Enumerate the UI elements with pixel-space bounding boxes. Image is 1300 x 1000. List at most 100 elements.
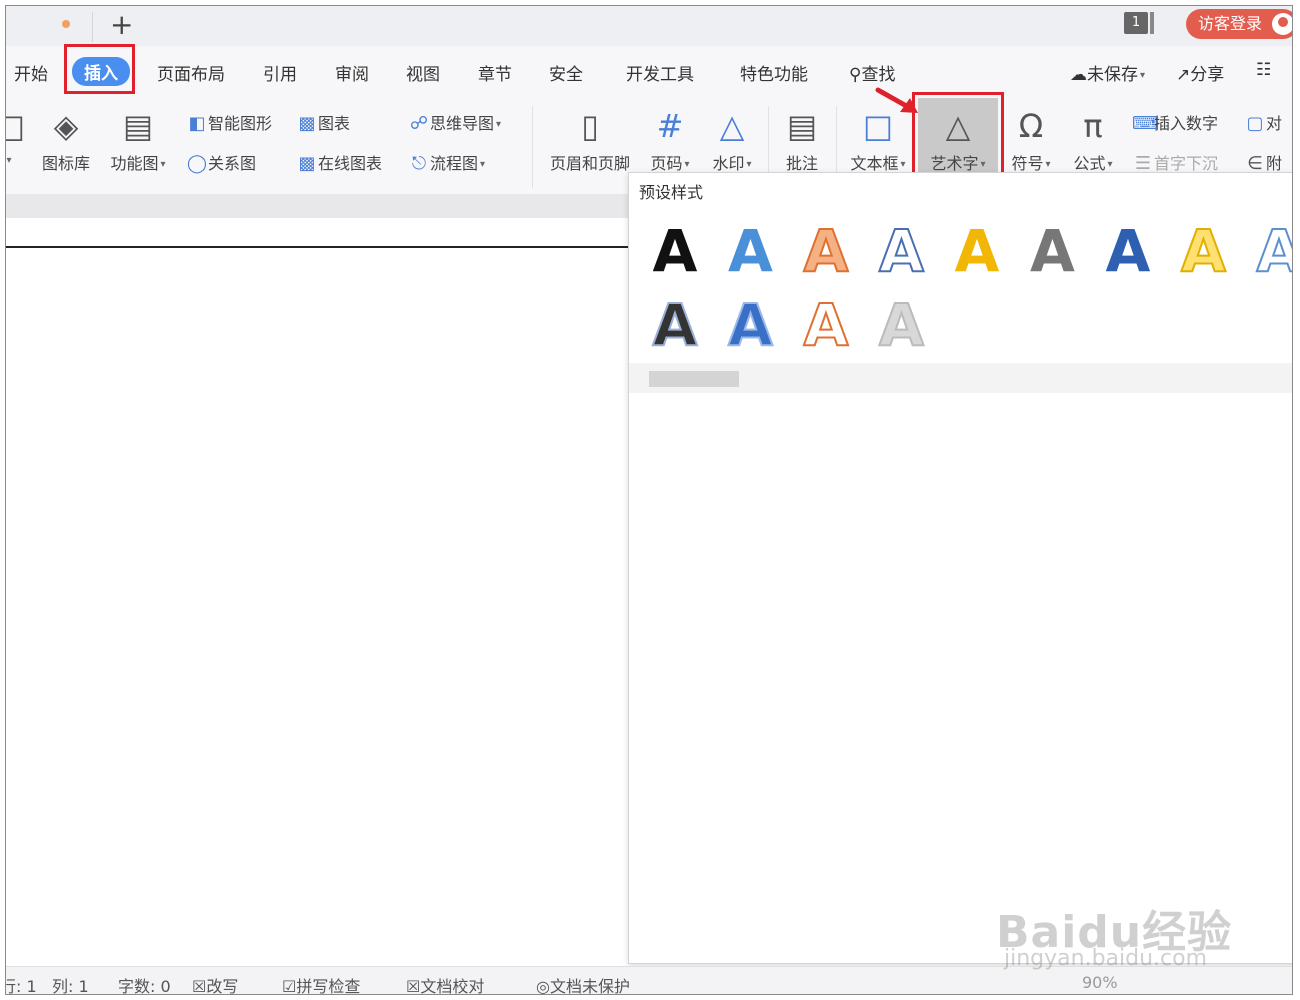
guest-login-button[interactable]: 访客登录 [1186,9,1292,39]
header-footer-icon: ▯ [581,107,599,145]
document-top-line [6,246,636,248]
status-col: 列: 1 [52,977,89,995]
baidu-watermark: Baidu经验 jingyan.baidu.com [996,866,1236,976]
menu-home[interactable]: 开始 [14,60,48,85]
drop-cap-button[interactable]: ☰ 首字下沉 [1132,150,1218,174]
icon-library-label: 图标库 [41,154,90,173]
menu-chapter[interactable]: 章节 [478,60,512,85]
comment-label: 批注 [785,154,818,173]
more-icon[interactable]: ☷ [1256,60,1271,80]
word-art-style-13[interactable]: A [878,290,925,360]
comment-button[interactable]: ▤ 批注 [776,98,828,174]
flow-chart-icon: ⎋ [411,153,427,174]
menu-special[interactable]: 特色功能 [740,60,808,85]
formula-label: 公式 ▾ [1073,154,1113,173]
formula-button[interactable]: π 公式 ▾ [1066,98,1120,174]
status-row: 行: 1 [6,977,37,995]
paperclip-icon: ∈ [1247,153,1263,174]
online-chart-button[interactable]: ▩ 在线图表 [296,150,382,174]
bar-chart-icon: ▩ [298,113,316,134]
word-art-style-12[interactable]: A [803,290,850,360]
word-art-style-4[interactable]: A [878,216,925,286]
word-art-style-5[interactable]: A [955,217,1000,285]
status-char-count[interactable]: 字数: 0 [118,973,171,994]
overwrite-toggle[interactable]: ☒改写 [192,973,238,995]
unsaved-dot-icon [62,20,70,28]
menu-page-layout[interactable]: 页面布局 [157,60,225,85]
word-art-style-11[interactable]: A [727,290,774,360]
partial-left-label: ▾ [6,155,12,166]
protection-status[interactable]: ◎文档未保护 [536,973,630,995]
symbol-button[interactable]: Ω 符号 ▾ [1004,98,1058,174]
icon-library-icon: ◈ [53,107,79,145]
preset-styles-header: 预设样式 [639,183,704,202]
more-styles-placeholder[interactable] [649,371,739,387]
watermark-label: 水印 ▾ [712,154,752,173]
relation-chart-button[interactable]: ◯关系图 [186,150,256,174]
word-art-style-9[interactable]: A [1256,216,1293,286]
drop-cap-icon: ☰ [1134,153,1152,174]
watermark-button[interactable]: △ 水印 ▾ [706,98,758,174]
chart-button[interactable]: ▩ 图表 [296,110,350,134]
word-art-style-8[interactable]: A [1180,216,1227,286]
smart-art-button[interactable]: ◧ 智能图形 [186,110,272,134]
ribbon-separator [532,106,533,188]
word-art-style-6[interactable]: A [1030,217,1075,285]
spell-check-button[interactable]: ☑拼写检查 [282,973,360,995]
word-art-style-3[interactable]: A [803,216,850,286]
app-window: + 1 访客登录 开始 插入 页面布局 引用 审阅 视图 章节 安全 开发工具 … [5,5,1293,995]
partial-left-button[interactable]: □ ▾ [6,98,26,169]
tab-separator [92,12,93,42]
flow-chart-button[interactable]: ⎋ 流程图 ▾ [408,150,485,174]
relation-icon: ◯ [186,153,208,174]
overwrite-icon: ☒ [192,977,207,995]
symbol-label: 符号 ▾ [1011,154,1051,173]
number-icon: ⌨ [1132,113,1158,134]
word-art-style-10[interactable]: A [652,290,699,360]
guest-login-label: 访客登录 [1198,14,1263,33]
window-count-badge[interactable]: 1 [1124,12,1148,34]
search-button[interactable]: ⚲查找 [849,60,895,85]
menu-developer[interactable]: 开发工具 [626,60,694,85]
header-footer-button[interactable]: ▯ 页眉和页脚 [544,98,636,174]
proofread-button[interactable]: ☒文档校对 [406,973,484,994]
function-chart-icon: ▤ [122,107,154,145]
function-chart-button[interactable]: ▤ 功能图 ▾ [104,98,172,174]
search-icon: ⚲ [849,65,862,85]
share-label: 分享 [1190,65,1225,85]
mind-map-icon: ☍ [409,113,429,134]
window-count-bar [1150,12,1154,34]
function-chart-label: 功能图 ▾ [110,154,166,173]
object-icon: ▢ [1246,113,1264,134]
new-tab-button[interactable]: + [110,8,133,42]
text-box-label: 文本框 ▾ [850,154,906,173]
share-button[interactable]: ↗分享 [1176,60,1224,85]
shield-icon: ◎ [536,977,550,995]
search-label: 查找 [861,65,896,85]
icon-library-button[interactable]: ◈ 图标库 [36,98,96,174]
panel-bottom-bar [629,363,1292,393]
menu-security[interactable]: 安全 [549,60,583,85]
share-icon: ↗ [1176,65,1191,85]
word-art-dropdown: 预设样式 AAAAAAAAAAAAA [628,172,1293,964]
menu-review[interactable]: 审阅 [335,60,369,85]
menu-bar: 开始 插入 页面布局 引用 审阅 视图 章节 安全 开发工具 特色功能 ⚲查找 … [6,46,1292,98]
highlight-insert-tab [64,44,135,94]
partial-right-button-1[interactable]: ▢ 对 [1244,110,1282,134]
unsaved-button[interactable]: ☁未保存 ▾ [1070,60,1145,85]
menu-references[interactable]: 引用 [263,60,297,85]
word-art-style-7[interactable]: A [1106,217,1151,285]
menu-view[interactable]: 视图 [406,60,440,85]
check-icon: ☑ [282,977,297,995]
cloud-icon: ☁ [1070,65,1087,85]
insert-number-button[interactable]: ⌨插入数字 [1132,110,1218,134]
word-art-style-2[interactable]: A [728,217,773,285]
header-footer-label: 页眉和页脚 [549,154,630,173]
avatar-icon [1272,13,1292,35]
comment-icon: ▤ [786,107,818,145]
word-art-style-1[interactable]: A [653,217,698,285]
page-number-button[interactable]: # 页码 ▾ [644,98,696,174]
mind-map-button[interactable]: ☍ 思维导图 ▾ [408,110,501,134]
watermark-url: jingyan.baidu.com [1004,946,1208,971]
partial-right-button-2[interactable]: ∈ 附 [1244,150,1282,174]
